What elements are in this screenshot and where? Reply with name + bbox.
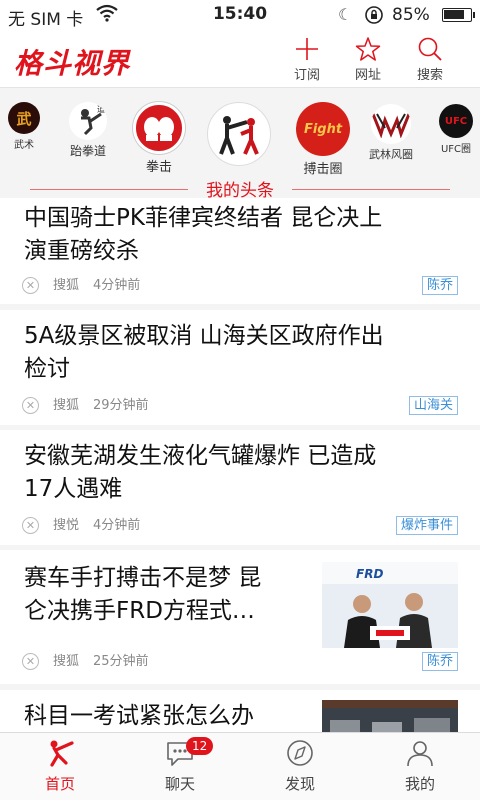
news-tag[interactable]: 山海关 (408, 396, 458, 415)
bottom-tab-bar: 首页 12 聊天 发现 我的 (0, 732, 480, 800)
category-label: 拳击 (145, 160, 172, 175)
news-time: 29分钟前 (93, 398, 149, 413)
news-source: 搜狐 (53, 398, 80, 413)
subscribe-label: 订阅 (293, 68, 320, 83)
news-source: 搜狐 (53, 278, 80, 293)
status-bar: 无 SIM 卡 15:40 ☾ 85% (0, 0, 480, 30)
tab-label: 聊天 (164, 775, 195, 793)
wushu-logo-icon: 武 (8, 102, 40, 134)
news-headline: 5A级景区被取消 山海关区政府作出 检讨 (24, 323, 384, 382)
rotation-lock-icon (364, 5, 384, 29)
news-feed[interactable]: 中国骑士PK菲律宾终结者 昆仑决上 演重磅绞杀 ✕ 搜狐 4分钟前 陈乔 5A级景区… (0, 198, 480, 732)
news-time: 25分钟前 (93, 654, 149, 669)
category-label: 武林风圈 (369, 148, 413, 161)
news-headline: 赛车手打搏击不是梦 昆 仑决携手FRD方程式… (24, 565, 262, 624)
bookmarks-label: 网址 (354, 68, 381, 83)
category-wulinfeng[interactable]: 武林风圈 (362, 104, 420, 162)
news-time: 4分钟前 (93, 278, 141, 293)
svg-text:道: 道 (97, 104, 105, 114)
tab-label: 我的 (404, 775, 435, 793)
search-label: 搜索 (416, 68, 443, 83)
taekwondo-logo-icon: 道 (69, 102, 107, 140)
news-thumbnail (322, 700, 458, 732)
category-taekwondo[interactable]: 道 跆拳道 (60, 102, 116, 159)
wulinfeng-logo-icon (371, 104, 411, 144)
category-ufc[interactable]: UFC UFC圈 (434, 104, 478, 155)
ufc-logo-icon: UFC (439, 104, 473, 138)
news-meta: ✕ 搜狐 25分钟前 (22, 652, 149, 672)
app-header: 格斗视界 订阅 网址 搜索 (0, 30, 480, 88)
category-kickboxing[interactable] (204, 102, 274, 166)
news-item[interactable]: 5A级景区被取消 山海关区政府作出 检讨 ✕ 搜狐 29分钟前 山海关 (0, 310, 480, 425)
compass-icon (287, 740, 313, 766)
news-headline: 安徽芜湖发生液化气罐爆炸 已造成 17人遇难 (24, 443, 377, 502)
news-item[interactable]: 中国骑士PK菲律宾终结者 昆仑决上 演重磅绞杀 ✕ 搜狐 4分钟前 陈乔 (0, 198, 480, 304)
search-button[interactable]: 搜索 (405, 36, 455, 83)
subscribe-button[interactable]: 订阅 (282, 36, 332, 83)
section-divider: 我的头条 (0, 180, 480, 201)
category-label: 跆拳道 (69, 144, 106, 158)
category-label: 武术 (14, 140, 34, 151)
battery-icon (442, 8, 475, 22)
news-tag[interactable]: 陈乔 (421, 276, 458, 295)
news-headline: 中国骑士PK菲律宾终结者 昆仑决上 演重磅绞杀 (24, 205, 383, 264)
news-source: 搜狐 (53, 654, 80, 669)
category-label: 搏击圈 (303, 162, 343, 177)
svg-text:FRD: FRD (356, 567, 383, 581)
news-meta: ✕ 搜悦 4分钟前 (22, 516, 140, 536)
kickboxing-fighters-icon (207, 102, 271, 166)
news-item[interactable]: 科目一考试紧张怎么办 (0, 690, 480, 732)
star-icon (355, 37, 381, 61)
tab-discover[interactable]: 发现 (260, 739, 340, 794)
news-source: 搜悦 (53, 518, 80, 533)
app-logo: 格斗视界 (14, 47, 131, 80)
boxing-gloves-icon (133, 102, 185, 154)
user-icon (407, 741, 433, 767)
fight-logo-icon: Fight (296, 102, 350, 156)
category-label: UFC圈 (440, 144, 472, 155)
news-meta: ✕ 搜狐 4分钟前 (22, 276, 140, 296)
plus-icon (296, 38, 318, 60)
tab-label: 发现 (284, 775, 315, 793)
news-time: 4分钟前 (93, 518, 141, 533)
tab-label: 首页 (44, 775, 75, 793)
news-thumbnail: FRD (322, 562, 458, 648)
tab-profile[interactable]: 我的 (380, 739, 460, 794)
battery-percent: 85% (392, 5, 430, 25)
news-headline: 科目一考试紧张怎么办 (24, 703, 254, 729)
news-tag[interactable]: 爆炸事件 (395, 516, 458, 535)
news-tag[interactable]: 陈乔 (421, 652, 458, 671)
tab-chat[interactable]: 12 聊天 (140, 737, 220, 794)
bookmarks-button[interactable]: 网址 (343, 36, 393, 83)
category-boxing[interactable]: 拳击 (128, 102, 190, 175)
tab-home[interactable]: 首页 (20, 739, 100, 794)
category-wushu[interactable]: 武 武术 (2, 102, 46, 151)
news-item[interactable]: 赛车手打搏击不是梦 昆 仑决携手FRD方程式… FRD ✕ 搜狐 25分钟前 陈乔 (0, 550, 480, 684)
search-icon (418, 37, 442, 61)
dismiss-icon[interactable]: ✕ (22, 517, 39, 534)
news-meta: ✕ 搜狐 29分钟前 (22, 396, 149, 416)
dismiss-icon[interactable]: ✕ (22, 397, 39, 414)
moon-icon: ☾ (338, 5, 353, 24)
dismiss-icon[interactable]: ✕ (22, 277, 39, 294)
category-fight-circle[interactable]: Fight 搏击圈 (290, 102, 356, 177)
news-item[interactable]: 安徽芜湖发生液化气罐爆炸 已造成 17人遇难 ✕ 搜悦 4分钟前 爆炸事件 (0, 430, 480, 545)
dismiss-icon[interactable]: ✕ (22, 653, 39, 670)
unread-badge: 12 (186, 737, 214, 755)
category-strip: 武 武术 道 跆拳道 拳击 Fight 搏击圈 武林风圈 UFC UFC圈 (0, 88, 480, 180)
fighter-home-icon (50, 740, 74, 767)
